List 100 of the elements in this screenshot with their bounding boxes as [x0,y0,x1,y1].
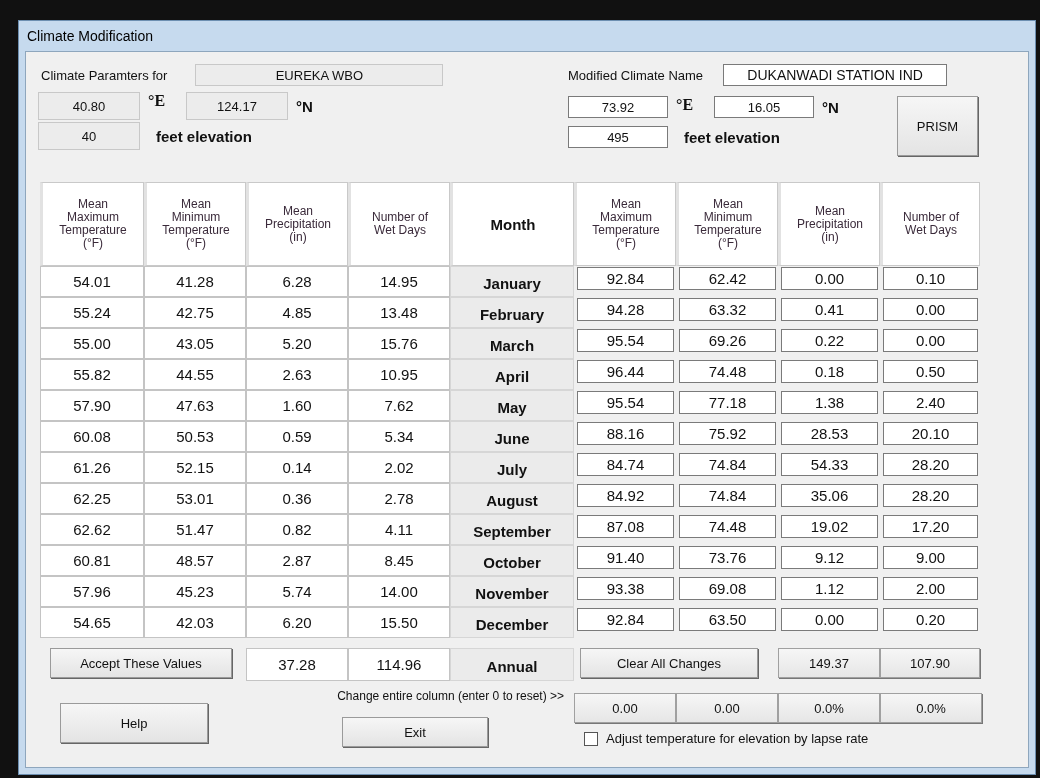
latitude-field[interactable]: 16.05 [714,96,814,118]
value-input[interactable]: 74.48 [679,515,776,538]
value-input[interactable]: 28.20 [883,484,978,507]
value-input[interactable]: 75.92 [679,422,776,445]
value-input[interactable]: 69.26 [679,329,776,352]
modified-name-field[interactable]: DUKANWADI STATION IND [723,64,948,86]
value-input[interactable]: 95.54 [577,329,674,352]
column-header: Mean Minimum Temperature (°F) [144,182,246,266]
column-change-button[interactable]: 0.0% [778,693,880,723]
value-input[interactable]: 69.08 [679,577,776,600]
clear-changes-button[interactable]: Clear All Changes [580,648,758,678]
value-input[interactable]: 1.38 [781,391,878,414]
month-cell: October [450,545,574,576]
table-cell: 42.75 [144,297,246,328]
value-input[interactable]: 77.18 [679,391,776,414]
table-cell: 45.23 [144,576,246,607]
value-input[interactable]: 62.42 [679,267,776,290]
accept-button[interactable]: Accept These Values [50,648,232,678]
value-input[interactable]: 2.00 [883,577,978,600]
value-input[interactable]: 35.06 [781,484,878,507]
value-input[interactable]: 28.20 [883,453,978,476]
value-input[interactable]: 0.00 [883,298,978,321]
value-input[interactable]: 0.22 [781,329,878,352]
table-cell: 2.02 [348,452,450,483]
column-change-button[interactable]: 0.00 [574,693,676,723]
table-cell: 43.05 [144,328,246,359]
value-input[interactable]: 54.33 [781,453,878,476]
table-cell: 55.24 [40,297,144,328]
value-input[interactable]: 0.00 [781,608,878,631]
table-cell: 57.96 [40,576,144,607]
climate-parameters-label: Climate Paramters for [41,67,168,83]
help-button[interactable]: Help [60,703,208,743]
value-input[interactable]: 73.76 [679,546,776,569]
prism-button[interactable]: PRISM [896,96,978,156]
value-input[interactable]: 88.16 [577,422,674,445]
table-cell: 60.08 [40,421,144,452]
value-input[interactable]: 0.50 [883,360,978,383]
longitude-field[interactable]: 73.92 [568,96,668,118]
value-input[interactable]: 0.00 [883,329,978,352]
table-cell: 6.28 [246,266,348,297]
value-input[interactable]: 0.18 [781,360,878,383]
annual-total: 114.96 [348,648,450,681]
value-input[interactable]: 0.00 [781,267,878,290]
value-input[interactable]: 74.48 [679,360,776,383]
lapse-rate-label: Adjust temperature for elevation by lapse rate [606,731,869,746]
month-cell: November [450,576,574,607]
value-input[interactable]: 96.44 [577,360,674,383]
window-title: Climate Modification [27,28,154,44]
value-input[interactable]: 9.00 [883,546,978,569]
value-input[interactable]: 0.41 [781,298,878,321]
value-input[interactable]: 84.74 [577,453,674,476]
table-cell: 1.60 [246,390,348,421]
change-column-label: Change entire column (enter 0 to reset) >> [337,689,564,703]
latitude-unit: °N [822,98,839,116]
value-input[interactable]: 95.54 [577,391,674,414]
month-cell: January [450,266,574,297]
table-cell: 42.03 [144,607,246,638]
table-cell: 0.36 [246,483,348,514]
table-cell: 0.14 [246,452,348,483]
value-input[interactable]: 87.08 [577,515,674,538]
value-input[interactable]: 94.28 [577,298,674,321]
elevation-field: 40 [38,122,140,150]
value-input[interactable]: 17.20 [883,515,978,538]
table-cell: 5.20 [246,328,348,359]
column-change-button[interactable]: 0.00 [676,693,778,723]
column-change-button[interactable]: 0.0% [880,693,982,723]
value-input[interactable]: 92.84 [577,267,674,290]
value-input[interactable]: 91.40 [577,546,674,569]
value-input[interactable]: 20.10 [883,422,978,445]
elevation-field[interactable]: 495 [568,126,668,148]
value-input[interactable]: 0.10 [883,267,978,290]
lapse-rate-checkbox[interactable] [584,731,598,746]
annual-label: Annual [450,648,574,681]
value-input[interactable]: 63.50 [679,608,776,631]
value-input[interactable]: 92.84 [577,608,674,631]
value-input[interactable]: 74.84 [679,453,776,476]
table-cell: 13.48 [348,297,450,328]
value-input[interactable]: 28.53 [781,422,878,445]
column-header: Mean Precipitation (in) [778,182,880,266]
value-input[interactable]: 74.84 [679,484,776,507]
table-cell: 14.95 [348,266,450,297]
value-input[interactable]: 0.20 [883,608,978,631]
value-input[interactable]: 84.92 [577,484,674,507]
latitude-field: 124.17 [186,92,288,120]
table-cell: 2.78 [348,483,450,514]
table-cell: 55.00 [40,328,144,359]
value-input[interactable]: 1.12 [781,577,878,600]
latitude-unit: °N [296,97,313,115]
month-cell: June [450,421,574,452]
month-cell: February [450,297,574,328]
column-header: Number of Wet Days [348,182,450,266]
value-input[interactable]: 93.38 [577,577,674,600]
table-cell: 41.28 [144,266,246,297]
table-cell: 62.25 [40,483,144,514]
value-input[interactable]: 19.02 [781,515,878,538]
elevation-label: feet elevation [684,128,780,146]
value-input[interactable]: 9.12 [781,546,878,569]
value-input[interactable]: 63.32 [679,298,776,321]
exit-button[interactable]: Exit [342,717,488,747]
value-input[interactable]: 2.40 [883,391,978,414]
